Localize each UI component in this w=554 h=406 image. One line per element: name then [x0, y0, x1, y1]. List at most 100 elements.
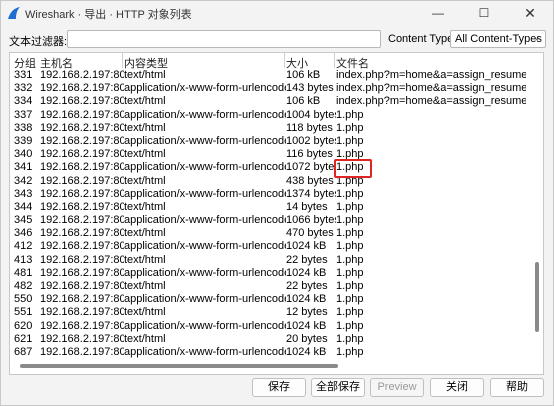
cell-size: 106 kB [286, 69, 321, 81]
cell-content-type: application/x-www-form-urlencoded [124, 293, 286, 306]
maximize-icon[interactable]: ☐ [461, 1, 507, 25]
preview-button[interactable]: Preview [370, 378, 424, 397]
cell-filename: 1.php [336, 319, 364, 332]
cell-content-type: application/x-www-form-urlencoded [124, 345, 286, 358]
cell-content-type: application/x-www-form-urlencoded [124, 214, 286, 227]
cell-size: 1024 kB [286, 266, 327, 279]
cell-packet: 342 [14, 174, 33, 187]
close-button[interactable]: 关闭 [430, 378, 484, 397]
cell-hostname: 192.168.2.197:8081 [40, 280, 124, 292]
vertical-scrollbar-thumb[interactable] [535, 262, 539, 332]
table-row[interactable]: 620 192.168.2.197:8081application/x-www-f… [10, 320, 530, 333]
cell-filename: 1.php [336, 134, 364, 147]
table-row[interactable]: 337 192.168.2.197:8081application/x-www-f… [10, 109, 530, 122]
table-row[interactable]: 346 192.168.2.197:8081text/html 470 bytes1… [10, 227, 530, 240]
cell-filename: 1.php [336, 253, 364, 266]
cell-packet: 687 [14, 345, 33, 358]
column-divider[interactable] [334, 53, 335, 68]
cell-hostname: 192.168.2.197:8081 [40, 148, 124, 161]
table-row[interactable]: 551 192.168.2.197:8081text/html 12 bytes 1.… [10, 306, 530, 319]
table-row[interactable]: 481 192.168.2.197:8081application/x-www-f… [10, 267, 530, 280]
table-row[interactable]: 344 192.168.2.197:8081text/html 14 bytes 1.… [10, 201, 530, 214]
cell-content-type: application/x-www-form-urlencoded [124, 319, 286, 332]
cell-hostname: 192.168.2.197:8081 [40, 134, 124, 147]
cell-packet: 482 [14, 280, 33, 292]
column-divider[interactable] [122, 53, 123, 68]
cell-packet: 337 [14, 108, 33, 121]
cell-content-type: text/html [124, 280, 166, 292]
content-type-select[interactable]: All Content-Types ⌄ [450, 30, 546, 48]
cell-size: 20 bytes [286, 332, 328, 345]
filter-row: 文本过滤器: Content Type: All Content-Types ⌄ [1, 29, 553, 51]
cell-filename: 1.php [336, 280, 364, 292]
cell-filename: 1.php [336, 108, 364, 121]
column-divider[interactable] [284, 53, 285, 68]
cell-size: 116 bytes [286, 148, 333, 161]
cell-filename: index.php?m=home&a=assign_resume_tpl [336, 69, 526, 81]
cell-packet: 481 [14, 266, 33, 279]
cell-filename: 1.php [336, 293, 364, 306]
cell-size: 118 bytes [286, 121, 333, 134]
cell-filename: 1.php [336, 240, 364, 253]
cell-packet: 332 [14, 82, 33, 95]
cell-filename: 1.php [336, 332, 364, 345]
table-header: 分组 主机名 内容类型 大小 文件名 [10, 53, 543, 70]
table-row[interactable]: 550 192.168.2.197:8081application/x-www-f… [10, 293, 530, 306]
cell-packet: 331 [14, 69, 33, 81]
cell-size: 1024 kB [286, 319, 327, 332]
cell-size: 1024 kB [286, 345, 327, 358]
cell-size: 1072 bytes [286, 161, 336, 174]
cell-filename: 1.php [336, 227, 364, 240]
cell-content-type: text/html [124, 174, 166, 187]
cell-packet: 340 [14, 148, 33, 161]
table-row[interactable]: 343 192.168.2.197:8081application/x-www-f… [10, 188, 530, 201]
table-row[interactable]: 340 192.168.2.197:8081text/html 116 bytes1… [10, 148, 530, 161]
table-row[interactable]: 345 192.168.2.197:8081application/x-www-f… [10, 214, 530, 227]
table-row[interactable]: 413 192.168.2.197:8081text/html 22 bytes 1.… [10, 254, 530, 267]
cell-hostname: 192.168.2.197:8081 [40, 108, 124, 121]
table-row[interactable]: 687 192.168.2.197:8081application/x-www-f… [10, 346, 530, 359]
save-all-button[interactable]: 全部保存 [311, 378, 365, 397]
cell-packet: 343 [14, 187, 33, 200]
cell-hostname: 192.168.2.197:8081 [40, 319, 124, 332]
help-button[interactable]: 帮助 [490, 378, 544, 397]
table-row[interactable]: 482 192.168.2.197:8081text/html 22 bytes 1.… [10, 280, 530, 293]
table-row[interactable]: 412 192.168.2.197:8081application/x-www-f… [10, 240, 530, 253]
table-row[interactable]: 332 192.168.2.197:8081application/x-www-f… [10, 82, 530, 95]
cell-size: 143 bytes [286, 82, 334, 95]
cell-content-type: text/html [124, 306, 166, 319]
cell-filename: index.php?m=home&a=assign_resume_tpl [336, 82, 526, 95]
cell-filename: 1.php [336, 187, 364, 200]
cell-packet: 344 [14, 200, 33, 213]
cell-packet: 334 [14, 95, 33, 108]
cell-filename: index.php?m=home&a=assign_resume_tpl [336, 95, 526, 108]
table-row[interactable]: 334 192.168.2.197:8081text/html 106 kB inde… [10, 95, 530, 108]
table-row[interactable]: 331 192.168.2.197:8081text/html 106 kB inde… [10, 69, 530, 82]
cell-packet: 345 [14, 214, 33, 227]
close-icon[interactable]: ✕ [507, 1, 553, 25]
table-body: 331192.168.2.197:8081text/html106 kBinde… [10, 69, 530, 359]
vertical-scrollbar[interactable] [532, 69, 542, 359]
cell-content-type: application/x-www-form-urlencoded [124, 161, 286, 174]
wireshark-fin-icon [8, 7, 20, 19]
table-row[interactable]: 341 192.168.2.197:8081application/x-www-f… [10, 161, 530, 174]
save-button[interactable]: 保存 [252, 378, 306, 397]
cell-content-type: application/x-www-form-urlencoded [124, 134, 286, 147]
cell-size: 470 bytes [286, 227, 334, 240]
cell-filename: 1.php [336, 161, 364, 174]
minimize-icon[interactable]: — [415, 1, 461, 25]
horizontal-scrollbar-thumb[interactable] [20, 364, 338, 368]
cell-hostname: 192.168.2.197:8081 [40, 187, 124, 200]
cell-hostname: 192.168.2.197:8081 [40, 174, 124, 187]
table-row[interactable]: 342 192.168.2.197:8081text/html 438 bytes1… [10, 175, 530, 188]
table-row[interactable]: 339 192.168.2.197:8081application/x-www-f… [10, 135, 530, 148]
cell-hostname: 192.168.2.197:8081 [40, 332, 124, 345]
table-row[interactable]: 338 192.168.2.197:8081text/html 118 bytes1… [10, 122, 530, 135]
table-row[interactable]: 621 192.168.2.197:8081text/html 20 bytes 1.… [10, 333, 530, 346]
cell-size: 1024 kB [286, 240, 327, 253]
cell-content-type: text/html [124, 69, 166, 81]
cell-packet: 341 [14, 161, 33, 174]
text-filter-input[interactable] [67, 30, 381, 48]
horizontal-scrollbar[interactable] [10, 359, 532, 373]
cell-content-type: text/html [124, 253, 166, 266]
